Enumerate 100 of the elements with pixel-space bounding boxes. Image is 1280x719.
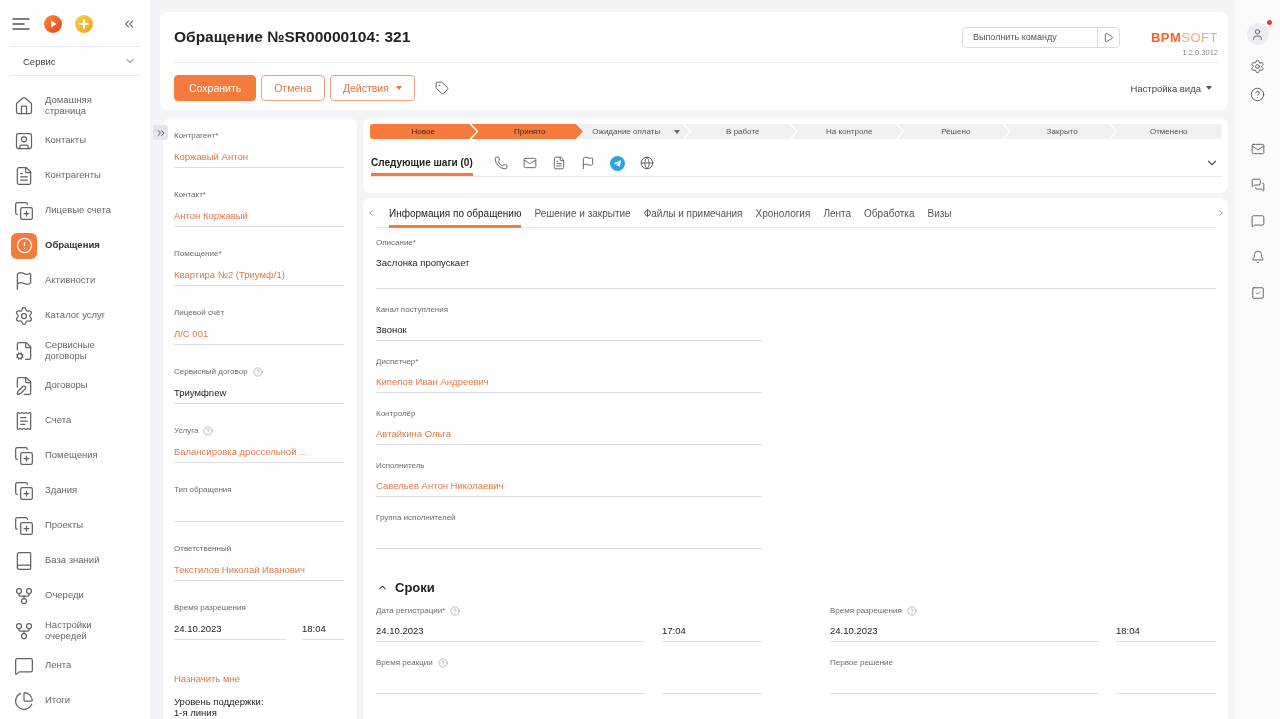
field-label: Контролёр <box>376 408 416 420</box>
lookup-field[interactable]: Л/С 001 <box>174 323 344 345</box>
sidebar-item[interactable]: База знаний <box>0 543 150 578</box>
paper-plane-icon[interactable] <box>609 155 625 171</box>
field-label: Лицевой счёт <box>174 307 225 319</box>
contact-card-icon <box>14 130 34 151</box>
globe-icon[interactable] <box>639 156 654 170</box>
date-field[interactable]: 24.10.2023 <box>830 620 1099 642</box>
stacked-plus-icon <box>14 480 34 501</box>
text-area[interactable]: Заслонка пропускает <box>376 252 1216 289</box>
field-label: Описание* <box>376 237 416 249</box>
command-field[interactable]: Выполнить команду <box>962 26 1120 48</box>
envelope-icon[interactable] <box>1250 142 1265 156</box>
page-title: Обращение №SR00000104: 321 <box>174 28 411 46</box>
text-field[interactable]: Звонок <box>376 319 762 341</box>
time-field[interactable]: 18:04 <box>1116 620 1216 642</box>
tab[interactable]: Хронология <box>755 198 811 228</box>
text-field[interactable]: Триумфnew <box>174 382 344 404</box>
document-pen-icon <box>14 375 34 396</box>
fork-icon <box>14 585 34 606</box>
phone-icon[interactable] <box>493 156 508 170</box>
field-label: Время разрешения <box>174 602 246 614</box>
tab[interactable]: Решение и закрытие <box>534 198 631 228</box>
user-avatar-icon[interactable] <box>1246 23 1269 45</box>
stage-step[interactable]: Закрыто <box>1004 124 1116 139</box>
time-field[interactable]: 17:04 <box>662 620 762 642</box>
view-settings-menu[interactable]: Настройка вида <box>1130 82 1212 94</box>
menu-icon[interactable] <box>12 18 30 30</box>
sidebar-item[interactable]: Каталог услуг <box>0 298 150 333</box>
sidebar-item[interactable]: Контакты <box>0 123 150 158</box>
receipt-icon <box>14 410 34 431</box>
sidebar-item[interactable]: Активности <box>0 263 150 298</box>
field-label: Контакт* <box>174 189 206 201</box>
logo: BPMSOFT <box>1150 29 1218 45</box>
chevron-left-icon[interactable] <box>366 208 376 218</box>
sidebar-item[interactable]: Домашняя страница <box>0 88 150 123</box>
envelope-icon[interactable] <box>522 156 537 170</box>
sidebar-item[interactable]: Проекты <box>0 508 150 543</box>
settings-icon[interactable] <box>1250 59 1265 74</box>
tab[interactable]: Следующие шаги (0) <box>371 150 473 176</box>
field-label: Тип обращения <box>174 484 232 496</box>
time-field[interactable]: 18:04 <box>302 618 344 640</box>
sidebar-item[interactable]: Обращения <box>0 228 150 263</box>
chevrons-right-icon[interactable] <box>153 125 168 140</box>
pie-chart-icon <box>14 690 34 711</box>
tag-icon[interactable] <box>434 81 449 95</box>
assign-to-me-link[interactable]: Назначить мне <box>174 673 240 685</box>
stage-step[interactable]: Отменено <box>1110 124 1222 139</box>
caret-icon <box>395 86 402 90</box>
plus-disc-icon[interactable] <box>75 15 93 33</box>
field-label: Первое решение <box>830 657 894 669</box>
tab[interactable]: Файлы и примечания <box>643 198 743 228</box>
sidebar-item[interactable]: Настройки очередей <box>0 613 150 648</box>
stage-step[interactable]: В работе <box>684 124 796 139</box>
sidebar-item[interactable]: Сервисные договоры <box>0 333 150 368</box>
caret-icon <box>1206 86 1212 90</box>
section-select[interactable]: Сервис <box>10 46 140 76</box>
play-icon[interactable] <box>1103 31 1114 43</box>
document-icon[interactable] <box>551 156 566 170</box>
sidebar-item[interactable]: Итоги <box>0 683 150 718</box>
date-field[interactable]: 24.10.2023 <box>376 620 645 642</box>
field-label: Время реакции <box>376 657 433 669</box>
fork-icon <box>14 620 34 641</box>
tab[interactable]: Визы <box>927 198 952 228</box>
help-icon[interactable] <box>1250 87 1265 102</box>
stage-step[interactable]: Принято <box>471 124 583 139</box>
chevron-right-icon[interactable] <box>1216 208 1226 218</box>
stage-step[interactable]: Новое <box>370 124 477 139</box>
field-label: Группа исполнителей <box>376 512 456 524</box>
field-label: Канал поступления <box>376 304 449 316</box>
sidebar-item[interactable]: Лицевые счета <box>0 193 150 228</box>
sidebar-item[interactable]: Лента <box>0 648 150 683</box>
stage-step[interactable]: Ожидание оплаты <box>578 124 690 139</box>
flag-icon[interactable] <box>580 156 595 170</box>
alert-icon <box>11 232 37 259</box>
field-label: Диспетчер* <box>376 356 419 368</box>
tab[interactable]: Информация по обращению <box>389 198 522 228</box>
sidebar-item[interactable]: Контрагенты <box>0 158 150 193</box>
lookup-field[interactable]: Антон Коржавый <box>174 205 344 227</box>
field-label: Дата регистрации* <box>376 605 446 617</box>
play-disc-icon[interactable] <box>44 15 62 33</box>
sidebar-item[interactable]: Договоры <box>0 368 150 403</box>
bell-icon[interactable] <box>1250 250 1265 264</box>
speech-bubble-icon[interactable] <box>1250 214 1265 228</box>
chevrons-left-icon[interactable] <box>122 17 136 31</box>
date-field[interactable]: 24.10.2023 <box>174 618 286 640</box>
sidebar-item[interactable]: Помещения <box>0 438 150 473</box>
stage-step[interactable]: На контроле <box>791 124 903 139</box>
sidebar-item[interactable]: Счета <box>0 403 150 438</box>
house-icon <box>14 95 34 116</box>
section-title: Сроки <box>395 579 435 595</box>
square-check-icon[interactable] <box>1250 286 1265 300</box>
stage-step[interactable]: Решено <box>897 124 1009 139</box>
sidebar-item[interactable]: Здания <box>0 473 150 508</box>
tab[interactable]: Обработка <box>864 198 915 228</box>
field-label: Сервисный договор <box>174 366 248 378</box>
sidebar-item[interactable]: Очереди <box>0 578 150 613</box>
chat-bubbles-icon[interactable] <box>1250 178 1265 192</box>
tab[interactable]: Лента <box>823 198 852 228</box>
document-gear-icon <box>14 340 34 361</box>
